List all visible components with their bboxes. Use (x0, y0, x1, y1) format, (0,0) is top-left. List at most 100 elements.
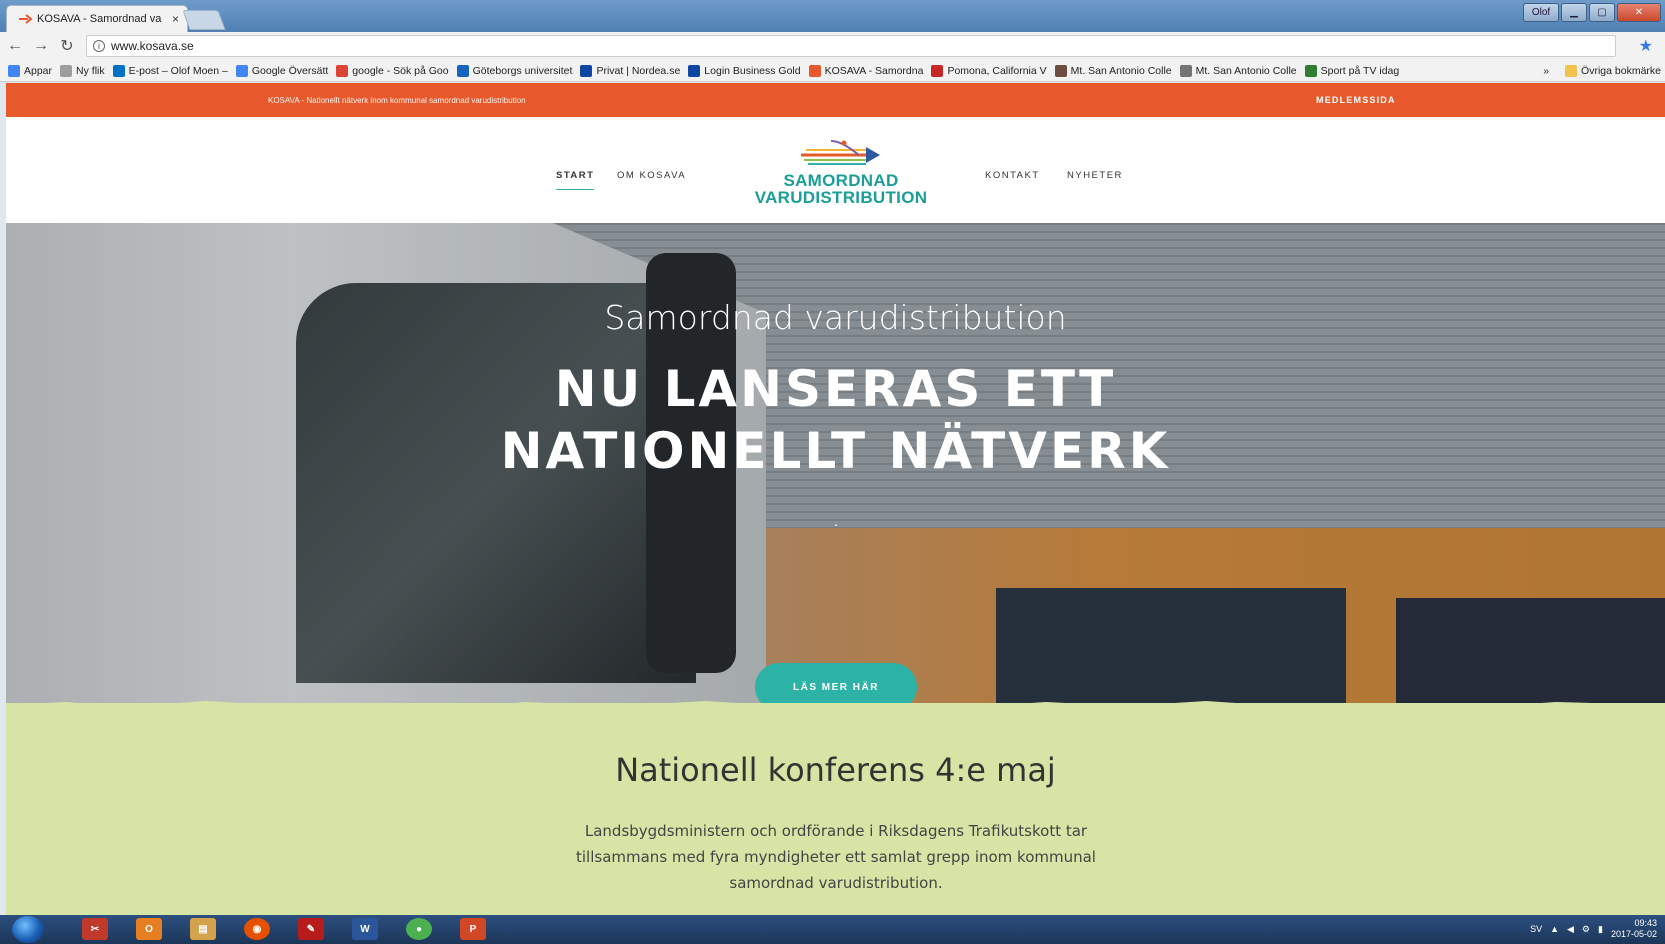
bookmarks-bar: Appar Ny flik E-post – Olof Moen – Google Ö… (0, 60, 1665, 82)
browser-toolbar: ← → ↻ i www.kosava.se (0, 32, 1665, 60)
logo-arrows-icon (801, 140, 880, 165)
other-bookmarks-label: Övriga bokmärke (1581, 64, 1661, 77)
browser-tab-strip: KOSAVA - Samordnad va × Olof ▁ ▢ ✕ (0, 0, 1665, 32)
profile-button[interactable]: Olof (1523, 3, 1559, 22)
site-header: START OM KOSAVA SAMORDNAD VARUDISTRIBUTI… (6, 117, 1665, 223)
hero-dot: . (834, 513, 838, 529)
hero-title-line2: NATIONELLT NÄTVERK (500, 422, 1171, 480)
clock[interactable]: 09:43 2017-05-02 (1611, 918, 1657, 940)
hero-title-line1: NU LANSERAS ETT (554, 360, 1117, 418)
kosava-favicon-icon (19, 14, 33, 24)
minimize-button[interactable]: ▁ (1561, 3, 1587, 22)
address-bar[interactable]: i www.kosava.se (86, 35, 1616, 57)
chrome-icon[interactable]: ● (406, 918, 432, 940)
site-logo[interactable]: SAMORDNAD VARUDISTRIBUTION (746, 133, 936, 213)
bookmark-favicon-icon (1179, 64, 1192, 77)
bookmark-item[interactable]: Appar (8, 64, 53, 77)
bookmark-favicon-icon (688, 64, 701, 77)
snipping-tool-icon[interactable]: ✂ (82, 918, 108, 940)
url-text: www.kosava.se (111, 39, 194, 53)
browser-tab[interactable]: KOSAVA - Samordnad va × (6, 5, 188, 32)
tab-title: KOSAVA - Samordnad va (37, 13, 162, 25)
bookmark-favicon-icon (235, 64, 248, 77)
bookmark-label: Pomona, California V (947, 64, 1047, 77)
bookmark-label: Ny flik (76, 64, 105, 77)
bookmark-star-icon[interactable]: ★ (1639, 36, 1653, 56)
network-icon[interactable]: ⚙ (1582, 924, 1590, 935)
clock-time: 09:43 (1634, 918, 1657, 928)
bookmark-label: Google Översätt (251, 64, 329, 77)
bookmark-favicon-icon (60, 64, 73, 77)
outlook-icon[interactable]: O (136, 918, 162, 940)
site-tagline: KOSAVA - Nationellt nätverk inom kommuna… (268, 96, 526, 105)
nav-kontakt[interactable]: KONTAKT (985, 170, 1040, 181)
conference-text: Landsbygdsministern och ordförande i Rik… (576, 822, 1096, 892)
bookmark-label: Login Business Gold (704, 64, 801, 77)
new-tab-button[interactable] (182, 10, 226, 30)
system-tray: SV ▲ ◀ ⚙ ▮ 09:43 2017-05-02 (1530, 918, 1657, 940)
hero-title: NU LANSERAS ETT NATIONELLT NÄTVERK (6, 358, 1665, 482)
paint-icon[interactable]: ✎ (298, 918, 324, 940)
power-icon[interactable]: ▮ (1598, 924, 1603, 935)
bookmark-item[interactable]: Pomona, California V (931, 64, 1047, 77)
window-controls: Olof ▁ ▢ ✕ (1523, 3, 1661, 22)
bookmark-label: Privat | Nordea.se (596, 64, 681, 77)
bookmark-item[interactable]: KOSAVA - Samordna (808, 64, 924, 77)
bookmark-label: Göteborgs universitet (472, 64, 573, 77)
forward-icon[interactable]: → (30, 35, 52, 57)
powerpoint-icon[interactable]: P (460, 918, 486, 940)
site-topbar: KOSAVA - Nationellt nätverk inom kommuna… (6, 83, 1665, 117)
conference-section: Nationell konferens 4:e maj Landsbygdsmi… (6, 703, 1665, 915)
maximize-button[interactable]: ▢ (1589, 3, 1615, 22)
file-explorer-icon[interactable]: ▤ (190, 918, 216, 940)
bookmark-label: Mt. San Antonio Colle (1195, 64, 1297, 77)
hero-subtitle: Samordnad varudistribution (604, 298, 1067, 337)
conference-heading: Nationell konferens 4:e maj (615, 751, 1056, 789)
bookmark-favicon-icon (1304, 64, 1317, 77)
bookmark-favicon-icon (8, 64, 20, 77)
volume-icon[interactable]: ◀ (1567, 924, 1574, 935)
bookmark-item[interactable]: Mt. San Antonio Colle (1179, 64, 1297, 77)
nav-nyheter[interactable]: NYHETER (1067, 170, 1123, 181)
bookmark-item[interactable]: Ny flik (60, 64, 105, 77)
start-button[interactable] (12, 916, 44, 943)
more-bookmarks-button[interactable]: » (1543, 65, 1549, 77)
firefox-icon[interactable]: ◉ (244, 918, 270, 940)
tab-close-icon[interactable]: × (172, 12, 179, 26)
bookmark-label: KOSAVA - Samordna (824, 64, 924, 77)
windows-taskbar: ✂ O ▤ ◉ ✎ W ● P SV ▲ ◀ ⚙ ▮ 09:43 2017-05… (0, 915, 1665, 944)
bookmark-favicon-icon (808, 64, 821, 77)
bookmark-label: Sport på TV idag (1320, 64, 1400, 77)
language-indicator[interactable]: SV (1530, 924, 1542, 934)
bookmark-favicon-icon (931, 64, 944, 77)
bookmark-item[interactable]: google - Sök på Goo (336, 64, 449, 77)
info-icon[interactable]: i (93, 40, 105, 52)
nav-om-kosava[interactable]: OM KOSAVA (617, 170, 686, 181)
word-icon[interactable]: W (352, 918, 378, 940)
bookmark-item[interactable]: Mt. San Antonio Colle (1054, 64, 1172, 77)
member-page-link[interactable]: MEDLEMSSIDA (1316, 95, 1396, 105)
hero-banner: Samordnad varudistribution NU LANSERAS E… (6, 223, 1665, 703)
back-icon[interactable]: ← (4, 35, 26, 57)
nav-start[interactable]: START (556, 170, 595, 190)
bookmark-item[interactable]: Privat | Nordea.se (580, 64, 681, 77)
tray-expand-icon[interactable]: ▲ (1550, 924, 1559, 934)
read-more-button[interactable]: LÄS MER HÄR (755, 663, 917, 703)
bookmark-item[interactable]: E-post – Olof Moen – (112, 64, 228, 77)
bookmark-label: google - Sök på Goo (352, 64, 449, 77)
bookmark-item[interactable]: Login Business Gold (688, 64, 801, 77)
bookmark-item[interactable]: Göteborgs universitet (456, 64, 573, 77)
clock-date: 2017-05-02 (1610, 929, 1657, 939)
website: KOSAVA - Nationellt nätverk inom kommuna… (6, 83, 1665, 915)
other-bookmarks-folder[interactable]: Övriga bokmärke (1565, 64, 1661, 77)
bookmarks-overflow: » Övriga bokmärke (1543, 64, 1665, 77)
reload-icon[interactable]: ↻ (56, 35, 78, 57)
bookmark-label: Appar (24, 64, 53, 77)
close-window-button[interactable]: ✕ (1617, 3, 1661, 22)
bookmark-item[interactable]: Google Översätt (235, 64, 329, 77)
bookmark-label: E-post – Olof Moen – (128, 64, 228, 77)
bookmark-favicon-icon (112, 64, 125, 77)
bookmark-favicon-icon (456, 64, 469, 77)
bookmark-item[interactable]: Sport på TV idag (1304, 64, 1400, 77)
bookmark-favicon-icon (336, 64, 349, 77)
